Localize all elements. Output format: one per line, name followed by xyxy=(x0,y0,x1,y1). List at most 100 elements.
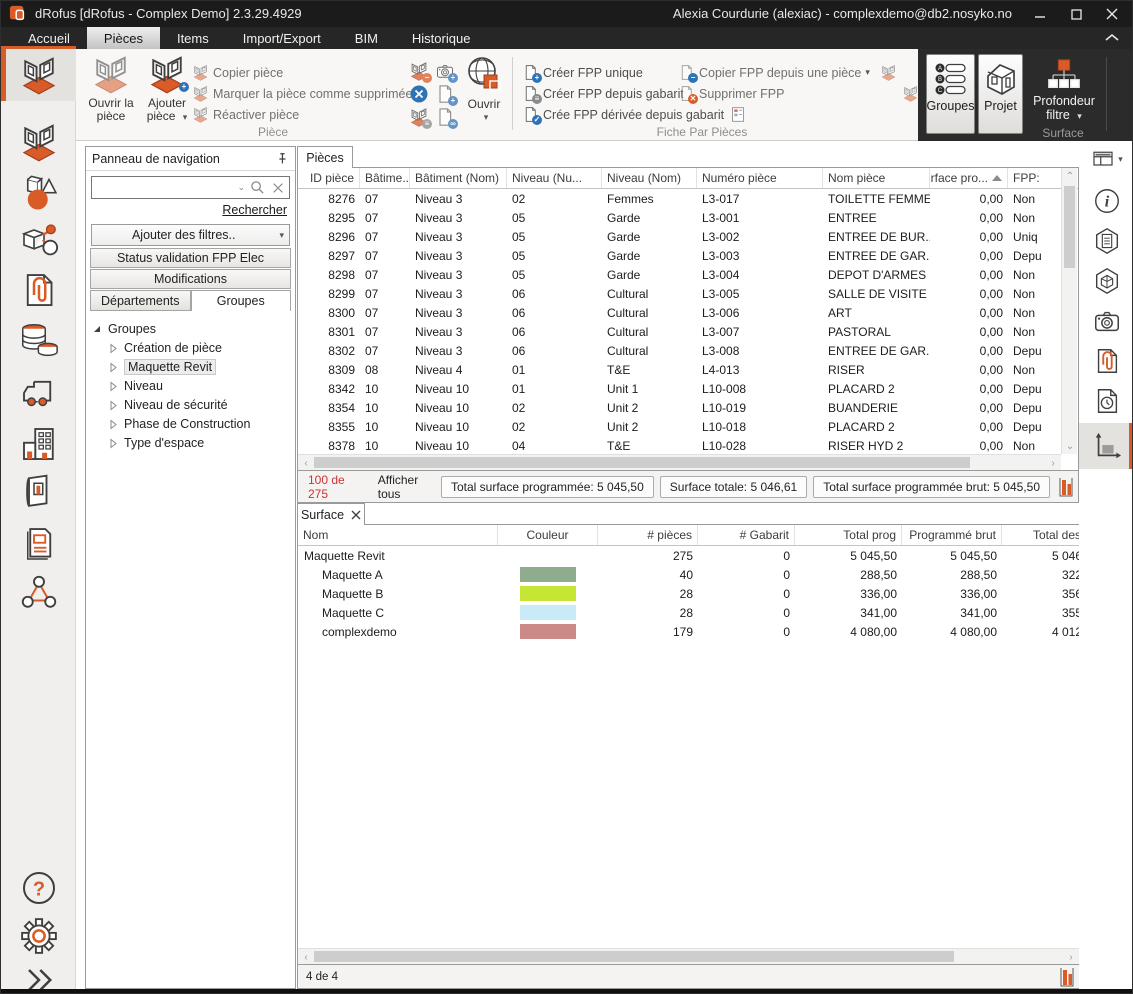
settings-button[interactable] xyxy=(1,912,76,960)
column-header-nom[interactable]: Nom xyxy=(298,525,498,545)
search-link[interactable]: Rechercher xyxy=(222,203,287,217)
table-row[interactable]: Maquette C280341,00341,00355 xyxy=(298,603,1079,622)
tree-item-niveau-de-securite[interactable]: Niveau de sécurité xyxy=(92,395,293,414)
table-row[interactable]: 829507Niveau 305GardeL3-001ENTREE0,00Non xyxy=(298,208,1078,227)
table-row[interactable]: 829707Niveau 305GardeL3-003ENTREE DE GAR… xyxy=(298,246,1078,265)
room-remove-button[interactable]: − xyxy=(409,61,429,81)
tree-item-maquette-revit[interactable]: Maquette Revit xyxy=(92,357,293,376)
surface-panel-button[interactable] xyxy=(1079,423,1133,469)
clear-search-icon[interactable] xyxy=(271,181,285,195)
tab-items[interactable]: Items xyxy=(160,27,226,49)
search-input[interactable] xyxy=(92,177,232,198)
rooms-horizontal-scrollbar[interactable]: ‹ › xyxy=(298,454,1061,470)
create-fpp-template-button[interactable]: ≡ Créer FPP depuis gabarit xyxy=(522,83,684,104)
rooms-vertical-scrollbar[interactable]: ⌃ ⌄ xyxy=(1061,168,1077,454)
add-picture-button[interactable]: + xyxy=(435,61,455,81)
bim-panel-button[interactable] xyxy=(1079,261,1133,301)
add-room-button[interactable]: + Ajouter pièce ▾ xyxy=(141,52,193,124)
expanded-triangle-icon[interactable] xyxy=(92,324,104,334)
table-row[interactable]: 829807Niveau 305GardeL3-004DEPOT D'ARMES… xyxy=(298,265,1078,284)
tree-root[interactable]: Groupes xyxy=(92,319,293,338)
show-all-button[interactable]: Afficher tous xyxy=(378,473,435,501)
create-fpp-unique-button[interactable]: + Créer FPP unique xyxy=(522,62,643,83)
tab-pieces[interactable]: Pièces xyxy=(297,146,353,168)
sidebar-item-attachments[interactable] xyxy=(1,266,76,314)
table-row[interactable]: 835510Niveau 1002Unit 2L10-018PLACARD 20… xyxy=(298,417,1078,436)
tab-pieces[interactable]: Pièces xyxy=(87,27,160,49)
table-row[interactable]: 837810Niveau 1004T&EL10-028RISER HYD 20,… xyxy=(298,436,1078,455)
collapse-ribbon-button[interactable] xyxy=(1102,31,1122,45)
column-header-total-des[interactable]: Total des xyxy=(1002,525,1079,545)
tree-item-type-d-espace[interactable]: Type d'espace xyxy=(92,433,293,452)
close-button[interactable] xyxy=(1098,3,1126,25)
cancel-button[interactable] xyxy=(409,84,429,104)
reactivate-room-button[interactable]: Réactiver pièce xyxy=(192,104,299,125)
sidebar-item-room-templates[interactable] xyxy=(1,118,76,166)
history-panel-button[interactable] xyxy=(1079,381,1133,421)
tree-item-phase-de-construction[interactable]: Phase de Construction xyxy=(92,414,293,433)
help-button[interactable] xyxy=(1,864,76,912)
column-header-programme-brut[interactable]: Programmé brut xyxy=(902,525,1002,545)
sidebar-item-rooms[interactable] xyxy=(1,46,76,101)
tab-surface[interactable]: Surface xyxy=(297,503,365,525)
column-header-fpp[interactable]: FPP: xyxy=(1008,168,1062,188)
table-row[interactable]: 829907Niveau 306CulturalL3-005SALLE DE V… xyxy=(298,284,1078,303)
images-panel-button[interactable] xyxy=(1079,301,1133,341)
collapsed-triangle-icon[interactable] xyxy=(108,343,120,353)
search-icon[interactable] xyxy=(250,180,265,195)
tab-historique[interactable]: Historique xyxy=(395,27,488,49)
nav-tab-departements[interactable]: Départements xyxy=(90,290,191,311)
table-row[interactable]: 829607Niveau 305GardeL3-002ENTREE DE BUR… xyxy=(298,227,1078,246)
table-row[interactable]: 834210Niveau 1001Unit 1L10-008PLACARD 20… xyxy=(298,379,1078,398)
project-button[interactable]: Projet xyxy=(978,54,1023,134)
copy-fpp-button[interactable]: − Copier FPP depuis une pièce ▾ xyxy=(678,62,901,83)
add-document-button[interactable]: + xyxy=(435,84,455,104)
close-tab-icon[interactable] xyxy=(351,510,361,520)
column-header-gabarit[interactable]: # Gabarit xyxy=(698,525,795,545)
table-row[interactable]: Maquette A400288,50288,50322 xyxy=(298,565,1079,584)
table-row[interactable]: 830107Niveau 306CulturalL3-007PASTORAL0,… xyxy=(298,322,1078,341)
document-panel-button[interactable] xyxy=(1079,221,1133,261)
open-room-button[interactable]: Ouvrir la pièce xyxy=(83,52,139,123)
open-split-button[interactable]: Ouvrir ▾ xyxy=(459,53,509,123)
tab-import-export[interactable]: Import/Export xyxy=(226,27,338,49)
sidebar-item-items[interactable] xyxy=(1,168,76,216)
table-row[interactable]: Maquette Revit27505 045,505 045,505 046 xyxy=(298,546,1079,565)
sidebar-item-reports[interactable] xyxy=(1,520,76,568)
filter-button-status-validation-fpp-elec[interactable]: Status validation FPP Elec xyxy=(90,248,291,268)
table-row[interactable]: 835410Niveau 1002Unit 2L10-019BUANDERIE0… xyxy=(298,398,1078,417)
table-row[interactable]: complexdemo17904 080,004 080,004 012 xyxy=(298,622,1079,641)
column-header-total-prog[interactable]: Total prog xyxy=(795,525,902,545)
table-row[interactable]: 830007Niveau 306CulturalL3-006ART0,00Non xyxy=(298,303,1078,322)
delete-fpp-button[interactable]: ✕ Supprimer FPP xyxy=(678,83,923,104)
copy-room-button[interactable]: Copier pièce xyxy=(192,62,283,83)
collapsed-triangle-icon[interactable] xyxy=(108,419,120,429)
maximize-button[interactable] xyxy=(1062,3,1090,25)
table-row[interactable]: Maquette B280336,00336,00356 xyxy=(298,584,1079,603)
tree-item-niveau[interactable]: Niveau xyxy=(92,376,293,395)
column-header-batime[interactable]: Bâtime... xyxy=(360,168,410,188)
column-header-niveau-nu[interactable]: Niveau (Nu... xyxy=(507,168,602,188)
tree-item-creation-de-piece[interactable]: Création de pièce xyxy=(92,338,293,357)
pin-icon[interactable] xyxy=(275,152,289,166)
column-header-id-piece[interactable]: ID pièce xyxy=(298,168,360,188)
filter-depth-button[interactable]: Profondeur filtre ▾ xyxy=(1030,54,1098,134)
collapsed-triangle-icon[interactable] xyxy=(108,362,120,372)
collapsed-triangle-icon[interactable] xyxy=(108,381,120,391)
attachments-panel-button[interactable] xyxy=(1079,341,1133,381)
sidebar-item-network[interactable] xyxy=(1,569,76,617)
mark-room-deleted-button[interactable]: Marquer la pièce comme supprimée xyxy=(192,83,412,104)
create-fpp-derived-button[interactable]: ✓ Crée FPP dérivée depuis gabarit xyxy=(522,104,751,125)
search-dropdown-icon[interactable]: ⌄ xyxy=(237,182,245,193)
collapsed-triangle-icon[interactable] xyxy=(108,438,120,448)
info-panel-button[interactable] xyxy=(1079,181,1133,221)
surface-bars-icon-2[interactable] xyxy=(1059,967,1075,987)
groups-button[interactable]: Groupes xyxy=(926,54,975,134)
table-row[interactable]: 830908Niveau 401T&EL4-013RISER0,00Non xyxy=(298,360,1078,379)
column-header-numero-piece[interactable]: Numéro pièce xyxy=(697,168,823,188)
minimize-button[interactable] xyxy=(1026,3,1054,25)
surface-horizontal-scrollbar[interactable]: ‹ › xyxy=(298,948,1079,964)
nav-tab-groupes[interactable]: Groupes xyxy=(191,290,292,311)
table-row[interactable]: 830207Niveau 306CulturalL3-008ENTREE DE … xyxy=(298,341,1078,360)
surface-bars-icon[interactable] xyxy=(1058,477,1074,497)
